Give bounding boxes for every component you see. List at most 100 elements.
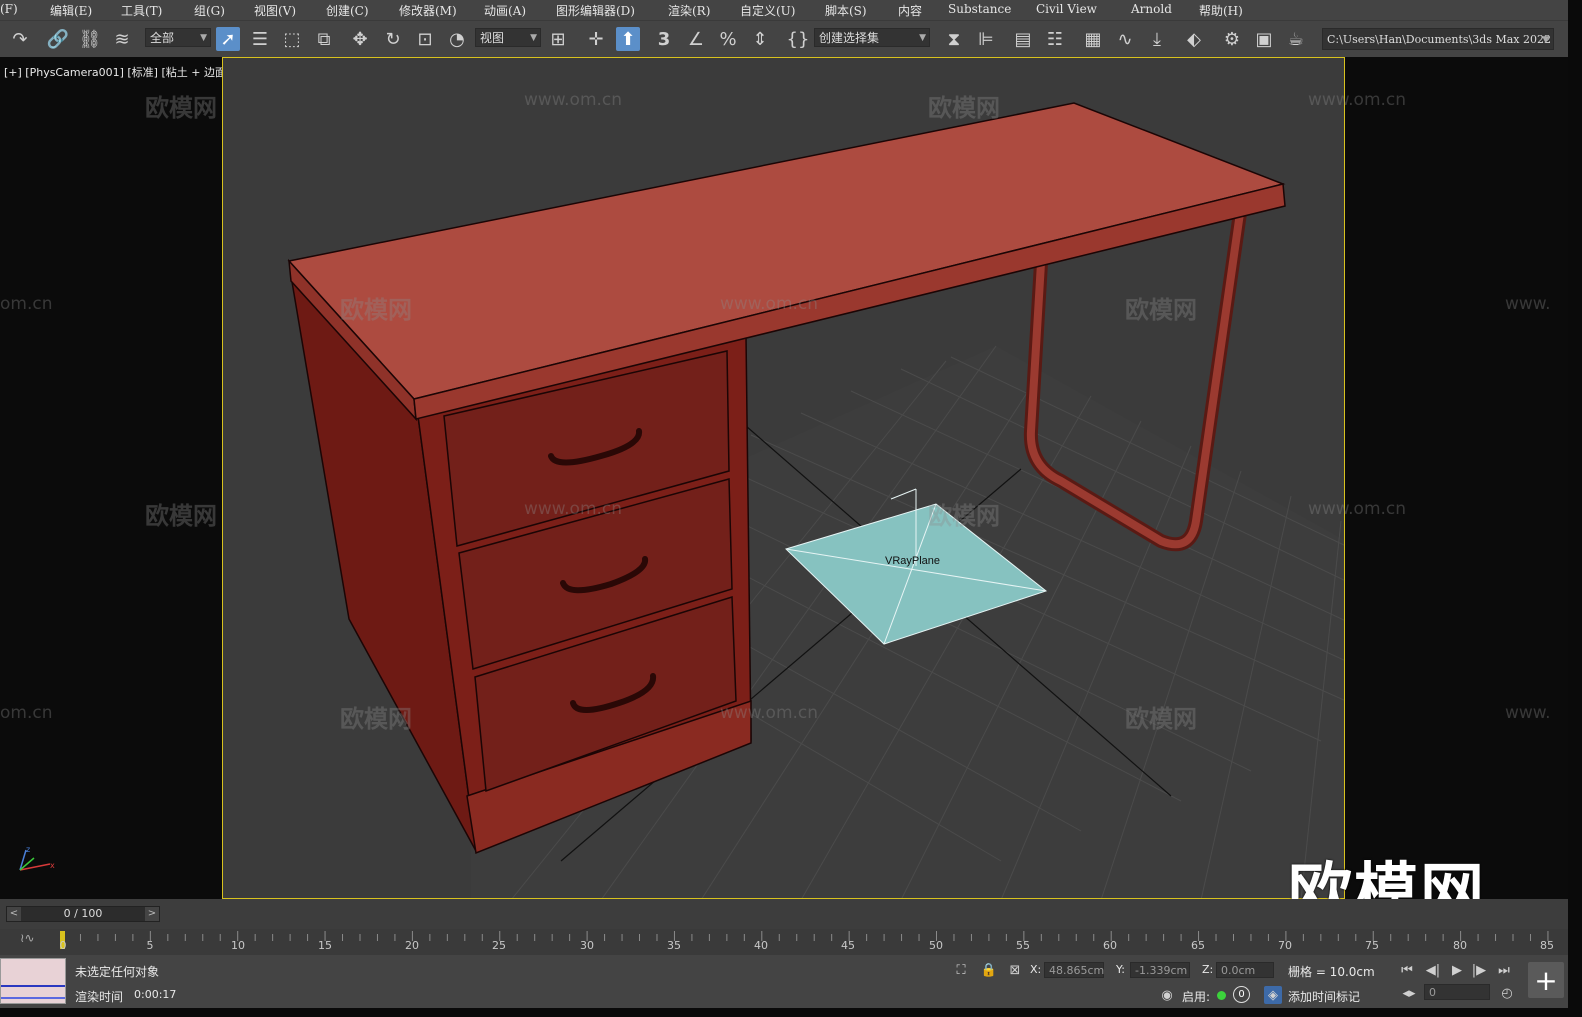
menu-content[interactable]: 内容 [898,2,922,19]
z-label: Z: [1202,963,1214,976]
play-icon[interactable]: ▶ [1448,961,1466,979]
menu-create[interactable]: 创建(C) [326,2,369,19]
absolute-mode-icon[interactable]: ⊠ [1006,961,1024,979]
tick-label: 20 [405,939,419,952]
curve-editor-icon[interactable]: ∿ [1113,27,1137,51]
select-by-name-icon[interactable]: ☰ [248,27,272,51]
render-setup-icon[interactable]: ⚙ [1220,27,1244,51]
window-crossing-icon[interactable]: ⧉ [312,27,336,51]
render-production-icon[interactable]: ☕ [1284,27,1308,51]
current-frame-field[interactable]: 0 [1424,984,1490,1000]
isolate-selection-icon[interactable]: ⛶ [952,961,970,979]
chevron-down-icon: ▼ [200,33,207,43]
menu-rendering[interactable]: 渲染(R) [668,2,710,19]
key-mode-icon[interactable]: ◂▸ [1400,984,1418,1002]
reference-coordinate-dropdown[interactable]: 视图 ▼ [475,28,541,47]
menu-file[interactable]: (F) [0,2,18,16]
schematic-view-icon[interactable]: ⤓ [1145,27,1169,51]
spinner-snap-icon[interactable]: ⇕ [748,27,772,51]
previous-frame-icon[interactable]: ◀| [1424,961,1442,979]
rotate-icon[interactable]: ↻ [381,27,405,51]
project-path-field[interactable]: C:\Users\Han\Documents\3ds Max 2022 ▼ [1322,28,1554,50]
menu-arnold[interactable]: Arnold [1131,2,1172,16]
scene-explorer-icon[interactable]: ▤ [1011,27,1035,51]
menu-help[interactable]: 帮助(H) [1199,2,1243,19]
menu-civil-view[interactable]: Civil View [1036,2,1097,16]
y-coordinate-field[interactable]: -1.339cm [1130,962,1190,978]
select-object-icon[interactable]: ➚ [216,27,240,51]
layer-explorer-icon[interactable]: ☷ [1043,27,1067,51]
menu-customize[interactable]: 自定义(U) [740,2,795,19]
time-slider[interactable]: < 0 / 100 > [6,906,160,922]
enable-counter[interactable]: 0 [1233,986,1250,1003]
chevron-down-icon: ▼ [1542,35,1549,45]
unlink-icon[interactable]: ⛓ [78,27,102,51]
lock-icon[interactable]: 🔒 [980,961,998,979]
snaps-toggle-icon[interactable]: 3 [652,27,676,51]
menu-animation[interactable]: 动画(A) [484,2,526,19]
axis-tripod-icon: z x [19,845,55,871]
watermark-url: om.cn [0,294,53,314]
redo-icon[interactable]: ↷ [8,27,32,51]
menu-modifiers[interactable]: 修改器(M) [399,2,457,19]
x-coordinate-field[interactable]: 48.865cm [1044,962,1104,978]
menu-group[interactable]: 组(G) [194,2,225,19]
menu-views[interactable]: 视图(V) [254,2,296,19]
go-to-end-icon[interactable]: ⏭ [1495,961,1513,979]
link-icon[interactable]: 🔗 [46,27,70,51]
add-button[interactable]: + [1528,962,1564,998]
edit-named-selection-icon[interactable]: {} [786,27,810,51]
tick-label: 30 [580,939,594,952]
adaptive-degradation-icon[interactable]: ◉ [1158,986,1176,1004]
named-selection-dropdown[interactable]: 创建选择集 ▼ [814,28,930,47]
tick-label: 50 [929,939,943,952]
chevron-right-icon[interactable]: > [145,907,159,921]
selection-filter-dropdown[interactable]: 全部 ▼ [145,28,211,47]
watermark-logo: 欧模网 [928,94,1000,122]
rectangular-selection-icon[interactable]: ⬚ [280,27,304,51]
align-icon[interactable]: ⊫ [974,27,998,51]
z-coordinate-field[interactable]: 0.0cm [1216,962,1274,978]
angle-snap-icon[interactable]: ∠ [684,27,708,51]
toggle-ribbon-icon[interactable]: ▦ [1081,27,1105,51]
placement-icon[interactable]: ◔ [445,27,469,51]
camera-viewport[interactable]: VRayPlane [222,57,1345,899]
menu-graph-editors[interactable]: 图形编辑器(D) [556,2,635,19]
track-bar[interactable]: ≀∿ 0 5 10 15 20 25 30 35 40 45 50 55 60 … [0,929,1568,955]
tick-label: 40 [754,939,768,952]
status-light [1217,991,1226,1000]
mirror-icon[interactable]: ⧗ [942,27,966,51]
watermark-logo: 欧模网 [340,705,412,733]
tick-label: 35 [667,939,681,952]
watermark-url: www.om.cn [524,90,623,110]
pivot-center-icon[interactable]: ⊞ [546,27,570,51]
next-frame-icon[interactable]: |▶ [1470,961,1488,979]
watermark-logo: 欧模网 [1125,705,1197,733]
menu-tools[interactable]: 工具(T) [121,2,162,19]
time-tag-icon[interactable]: ◈ [1264,986,1282,1004]
go-to-start-icon[interactable]: ⏮ [1398,961,1416,979]
keyboard-shortcut-override-icon[interactable]: ⬆ [616,27,640,51]
viewport-label-menu[interactable]: [+] [PhysCamera001] [标准] [粘土 + 边面] [4,64,230,80]
scale-icon[interactable]: ⊡ [413,27,437,51]
menu-substance[interactable]: Substance [948,2,1011,16]
time-configuration-icon[interactable]: ◴ [1498,984,1516,1002]
menu-scripting[interactable]: 脚本(S) [825,2,867,19]
move-icon[interactable]: ✥ [348,27,372,51]
maxscript-listener-mini[interactable] [0,958,66,1004]
select-manipulate-icon[interactable]: ✛ [584,27,608,51]
watermark-logo: 欧模网 [1125,296,1197,324]
chevron-down-icon: ▼ [919,33,926,43]
watermark-logo: 欧模网 [928,502,1000,530]
scene-canvas: VRayPlane [287,102,1344,898]
watermark-url: www.om.cn [524,499,623,519]
material-editor-icon[interactable]: ⬖ [1182,27,1206,51]
tick-label: 0 [59,939,67,952]
tick-label: 45 [841,939,855,952]
rendered-frame-window-icon[interactable]: ▣ [1252,27,1276,51]
y-coordinate-value: -1.339cm [1135,964,1188,977]
bind-space-warp-icon[interactable]: ≋ [110,27,134,51]
menu-edit[interactable]: 编辑(E) [50,2,92,19]
add-time-tag[interactable]: 添加时间标记 [1288,988,1360,1005]
percent-snap-icon[interactable]: % [716,27,740,51]
